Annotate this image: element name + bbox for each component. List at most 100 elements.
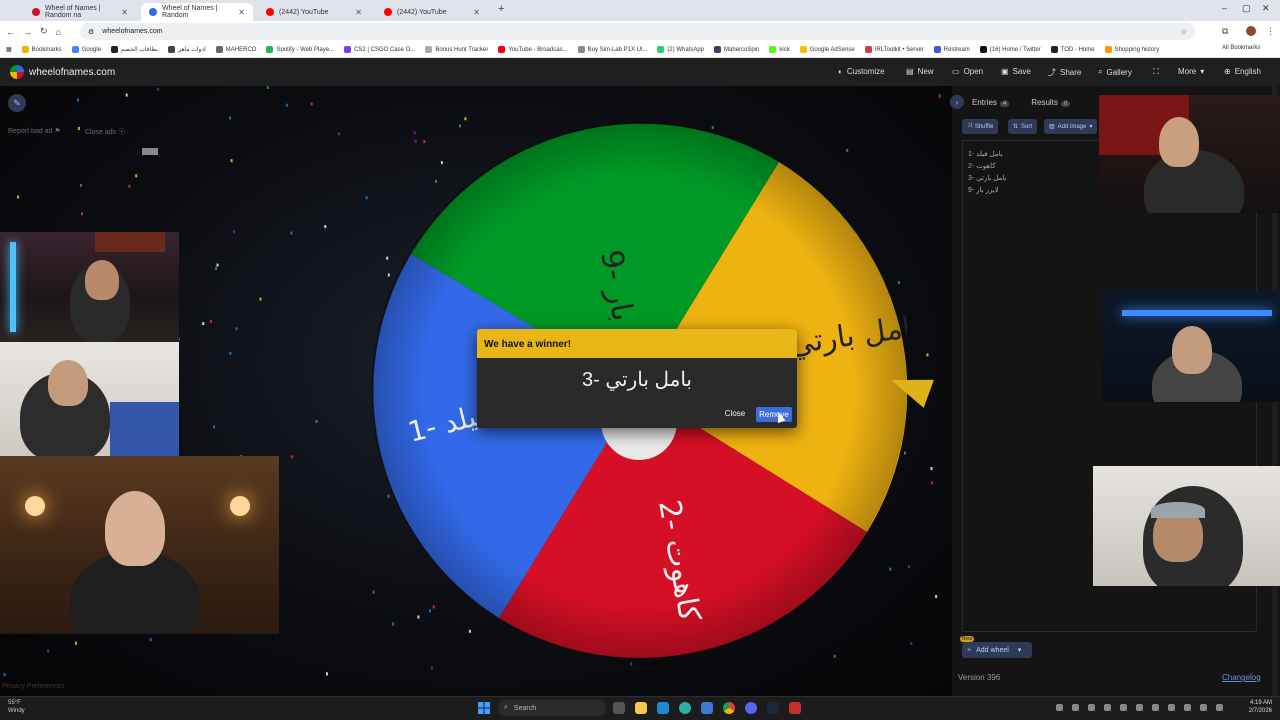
browser-tab[interactable]: (2442) YouTube ✕ bbox=[258, 3, 370, 21]
bookmark-item[interactable]: Bookmarks bbox=[21, 46, 62, 53]
address-bar[interactable]: ⚙ wheelofnames.com ☆ bbox=[80, 23, 1195, 40]
browser-tab-active[interactable]: Wheel of Names | Random ✕ bbox=[141, 3, 253, 21]
close-window-icon[interactable]: ✕ bbox=[1262, 3, 1270, 14]
site-info-icon[interactable]: ⚙ bbox=[88, 28, 94, 36]
sort-button[interactable]: ⇅ Sort bbox=[1008, 119, 1038, 134]
browser-tab[interactable]: Wheel of Names | Random na ✕ bbox=[24, 3, 136, 21]
close-icon[interactable]: ✕ bbox=[355, 8, 362, 17]
chrome-icon[interactable] bbox=[723, 702, 735, 714]
changelog-link[interactable]: Changelog bbox=[1222, 673, 1261, 682]
bookmark-item[interactable]: MAHERCO bbox=[215, 46, 256, 53]
close-ads-link[interactable]: Close ads ⓧ bbox=[85, 127, 125, 137]
bookmark-item[interactable]: MahercoSpin bbox=[714, 46, 759, 53]
nav-new[interactable]: ▤ New bbox=[906, 67, 934, 76]
steam-icon[interactable] bbox=[767, 702, 779, 714]
site-logo[interactable]: wheelofnames.com bbox=[10, 65, 115, 79]
tray-icon[interactable] bbox=[1072, 704, 1079, 711]
tray-icon[interactable] bbox=[1184, 704, 1191, 711]
bookmark-item[interactable]: IRLToolkit • Server bbox=[864, 46, 924, 53]
edge-icon[interactable] bbox=[679, 702, 691, 714]
bookmark-item[interactable]: CS2 | CSGO Case O... bbox=[344, 46, 415, 53]
tray-icon[interactable] bbox=[1152, 704, 1159, 711]
obs-icon[interactable] bbox=[789, 702, 801, 714]
nav-customize[interactable]: ◐ Customize bbox=[838, 67, 885, 76]
bookmark-item[interactable]: Google bbox=[71, 46, 101, 53]
app-icon[interactable] bbox=[701, 702, 713, 714]
tray-icon[interactable] bbox=[1168, 704, 1175, 711]
bookmark-item[interactable]: kick bbox=[769, 46, 790, 53]
new-tab-icon[interactable]: + bbox=[498, 3, 504, 15]
bookmark-item[interactable]: ادوات ماهر bbox=[168, 46, 206, 53]
tray-icon[interactable] bbox=[1056, 704, 1063, 711]
tray-icon[interactable] bbox=[1120, 704, 1127, 711]
apps-icon[interactable]: ▦ bbox=[6, 46, 12, 53]
bookmark-label: Bookmarks bbox=[31, 46, 62, 53]
bookmark-label: (2) WhatsApp bbox=[667, 46, 704, 53]
add-image-button[interactable]: ▨ Add image ▾ bbox=[1044, 119, 1098, 134]
confetti-piece bbox=[81, 212, 83, 216]
tab-title: (2442) YouTube bbox=[397, 8, 447, 16]
menu-icon[interactable]: ⋮ bbox=[1266, 26, 1275, 37]
bookmark-item[interactable]: TOD - Home bbox=[1050, 46, 1095, 53]
collapse-panel-icon[interactable]: › bbox=[950, 95, 964, 109]
close-icon[interactable]: ✕ bbox=[238, 8, 245, 17]
reload-icon[interactable]: ↻ bbox=[40, 26, 48, 37]
bookmark-item[interactable]: Buy Sim-Lab P1X Ul... bbox=[577, 46, 647, 53]
nav-gallery[interactable]: ⌕ Gallery bbox=[1098, 67, 1132, 77]
home-icon[interactable]: ⌂ bbox=[56, 27, 61, 37]
nav-save[interactable]: ▣ Save bbox=[1001, 67, 1031, 76]
tab-results[interactable]: Results 0 bbox=[1031, 98, 1071, 107]
close-icon[interactable]: ✕ bbox=[121, 8, 128, 17]
fullscreen-button[interactable]: ⛶ bbox=[1153, 67, 1159, 77]
all-bookmarks-link[interactable]: All Bookmarks bbox=[1222, 45, 1260, 51]
volume-icon[interactable] bbox=[1216, 704, 1223, 711]
store-icon[interactable] bbox=[657, 702, 669, 714]
bookmark-item[interactable]: بطاقات الخصم bbox=[111, 46, 158, 53]
add-wheel-button[interactable]: + Add wheel ▾ bbox=[962, 642, 1032, 658]
taskbar-clock[interactable]: 4:19 AM 2/7/2026 bbox=[1232, 699, 1272, 715]
image-icon: ▨ bbox=[1049, 124, 1055, 130]
bookmark-item[interactable]: (2) WhatsApp bbox=[657, 46, 704, 53]
bookmark-item[interactable]: Spotify - Web Playe... bbox=[266, 46, 334, 53]
shuffle-button[interactable]: ⤨ Shuffle bbox=[962, 119, 999, 134]
discord-icon[interactable] bbox=[745, 702, 757, 714]
tray-icon[interactable] bbox=[1136, 704, 1143, 711]
privacy-preferences-link[interactable]: Privacy Preferences bbox=[2, 683, 65, 690]
close-icon[interactable]: ✕ bbox=[473, 8, 480, 17]
entry-line: 2- كاهوت bbox=[968, 163, 996, 170]
minimize-icon[interactable]: – bbox=[1222, 3, 1227, 13]
task-view-icon[interactable] bbox=[613, 702, 625, 714]
chevron-down-icon[interactable]: ▾ bbox=[1018, 646, 1022, 654]
nav-open[interactable]: ▭ Open bbox=[952, 67, 983, 76]
forward-icon[interactable]: → bbox=[23, 27, 32, 37]
bookmark-item[interactable]: Shopping history bbox=[1104, 46, 1159, 53]
windows-start-icon[interactable] bbox=[478, 702, 490, 714]
maximize-icon[interactable]: ▢ bbox=[1242, 3, 1251, 14]
nav-more[interactable]: More ▾ bbox=[1178, 67, 1204, 76]
bookmark-item[interactable]: (16) Home / Twitter bbox=[979, 46, 1041, 53]
bookmark-star-icon[interactable]: ☆ bbox=[1181, 28, 1187, 36]
back-icon[interactable]: ← bbox=[6, 27, 15, 37]
webcam-overlay bbox=[1099, 95, 1280, 213]
taskbar-search[interactable]: ⌕ Search bbox=[498, 700, 606, 716]
tab-entries[interactable]: Entries 4 bbox=[972, 98, 1010, 107]
weather-widget[interactable]: 55°F Windy bbox=[8, 699, 25, 715]
report-ad-link[interactable]: Report bad ad ⚑ bbox=[8, 127, 61, 135]
avatar[interactable] bbox=[1246, 26, 1256, 36]
bookmark-item[interactable]: Restream bbox=[933, 46, 970, 53]
file-explorer-icon[interactable] bbox=[635, 702, 647, 714]
bookmark-item[interactable]: Bonus Hunt Tracker bbox=[425, 46, 488, 53]
search-label: Search bbox=[513, 704, 537, 712]
bookmark-label: (16) Home / Twitter bbox=[989, 46, 1041, 53]
browser-tab[interactable]: (2442) YouTube ✕ bbox=[376, 3, 488, 21]
close-button[interactable]: Close bbox=[724, 407, 746, 421]
nav-share[interactable]: ⤴ Share bbox=[1048, 67, 1081, 78]
tray-icon[interactable] bbox=[1104, 704, 1111, 711]
nav-language[interactable]: ⊕ English bbox=[1224, 67, 1261, 76]
bookmark-item[interactable]: YouTube - Broadcas... bbox=[498, 46, 568, 53]
bookmark-item[interactable]: Google AdSense bbox=[799, 46, 855, 53]
wifi-icon[interactable] bbox=[1200, 704, 1207, 711]
edit-pencil-button[interactable]: ✎ bbox=[8, 94, 26, 112]
tray-icon[interactable] bbox=[1088, 704, 1095, 711]
extensions-icon[interactable]: ⧉ bbox=[1222, 26, 1228, 37]
